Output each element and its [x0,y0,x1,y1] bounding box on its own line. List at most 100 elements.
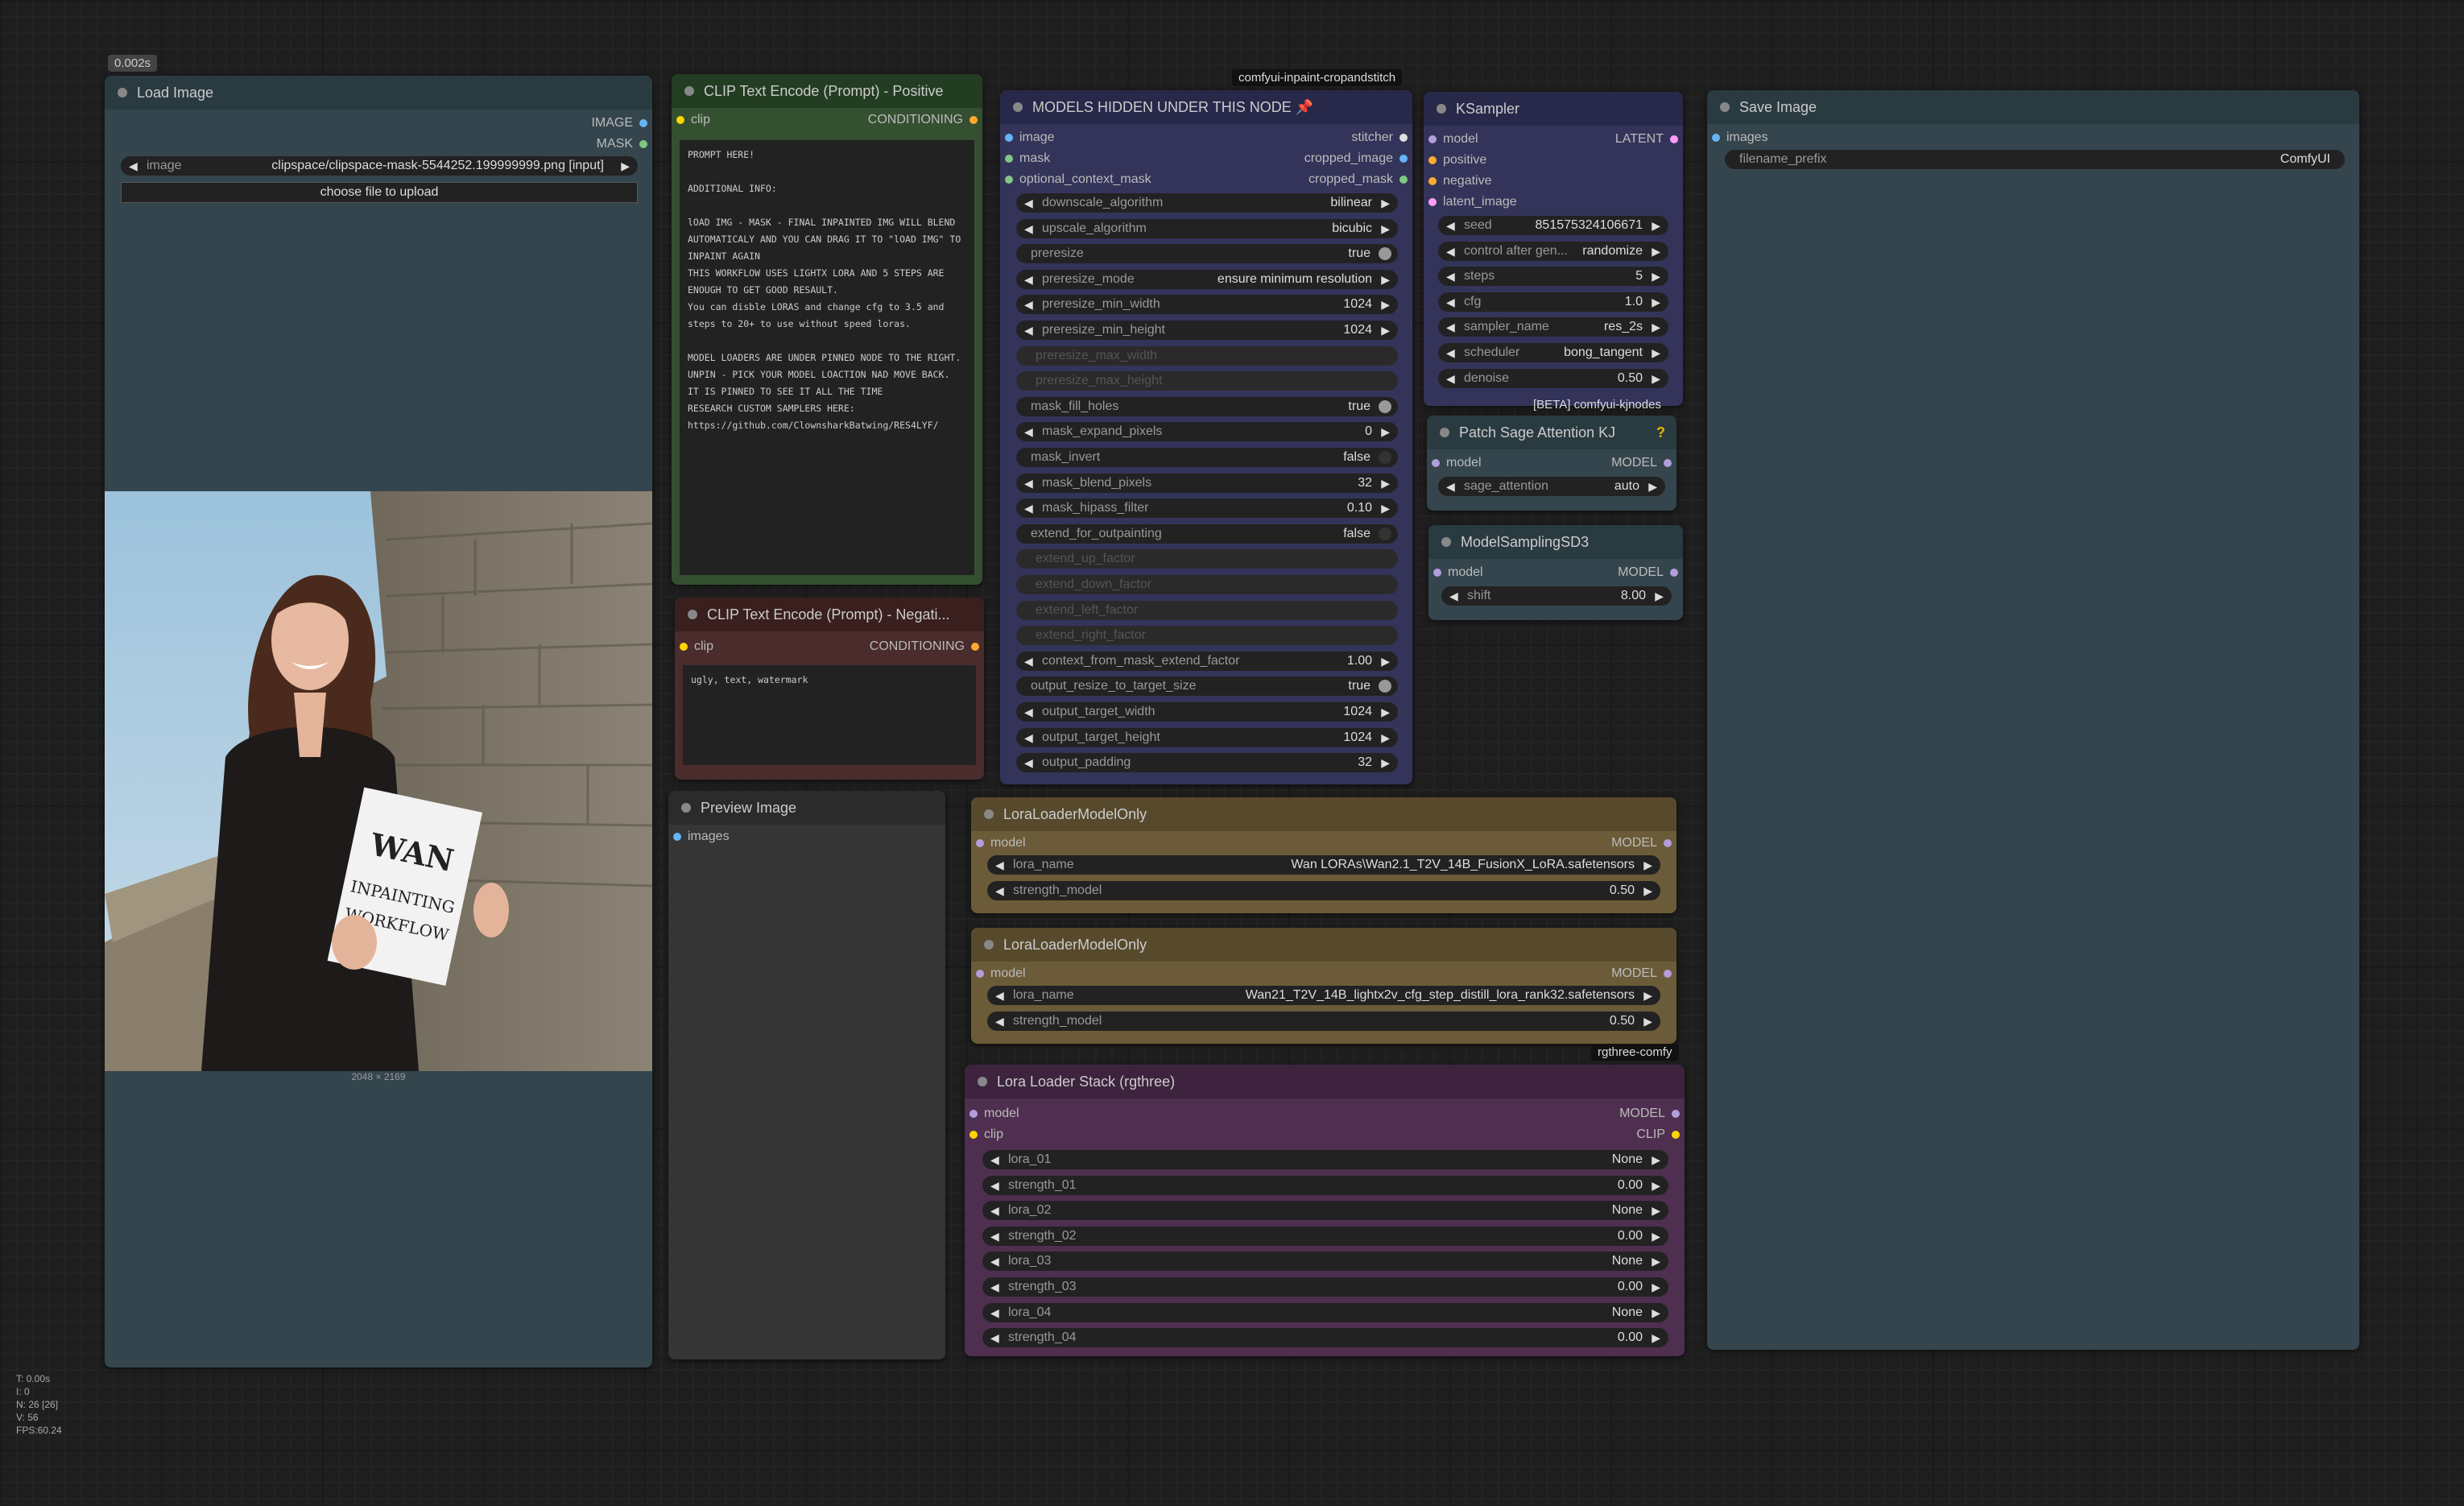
output-model[interactable]: MODEL [1611,833,1676,854]
mask-invert-toggle[interactable]: mask_invert false [1016,448,1398,467]
lora-name-combo[interactable]: ◀ lora_name Wan21_T2V_14B_lightx2v_cfg_ste… [987,986,1660,1005]
arrow-right-icon[interactable]: ▶ [1652,1176,1660,1195]
output-latent[interactable]: LATENT [1615,129,1683,150]
denoise-widget[interactable]: ◀ denoise 0.50 ▶ [1438,368,1668,388]
arrow-right-icon[interactable]: ▶ [621,156,630,176]
output-cropped-image[interactable]: cropped_image [1304,148,1412,169]
arrow-right-icon[interactable]: ▶ [1648,477,1657,496]
model-pin[interactable] [1428,135,1437,143]
arrow-right-icon[interactable]: ▶ [1652,1277,1660,1297]
strength-04-widget[interactable]: ◀ strength_04 0.00 ▶ [982,1328,1668,1348]
inpaint-crop-title[interactable]: MODELS HIDDEN UNDER THIS NODE 📌 [1000,90,1412,124]
ksampler-title[interactable]: KSampler [1424,92,1683,126]
model-input-pin[interactable] [976,839,984,847]
latent-image-pin[interactable] [1428,198,1437,206]
model-output-pin[interactable] [1664,459,1672,467]
arrow-right-icon[interactable]: ▶ [1381,728,1390,747]
input-latent-image[interactable]: latent_image [1424,192,1517,213]
mask-pin[interactable] [1005,155,1013,163]
pushpin-icon[interactable]: 📌 [1296,99,1313,115]
arrow-left-icon[interactable]: ◀ [1024,270,1033,289]
save-image-title[interactable]: Save Image [1707,90,2359,124]
collapse-dot-icon[interactable] [1441,537,1451,547]
arrow-left-icon[interactable]: ◀ [1024,652,1033,671]
arrow-left-icon[interactable]: ◀ [1449,586,1458,606]
lora-2-title[interactable]: LoraLoaderModelOnly [971,928,1676,962]
input-model[interactable]: model [965,1103,1019,1124]
lora-04-widget[interactable]: ◀ lora_04 None ▶ [982,1302,1668,1322]
sampler-name-widget[interactable]: ◀ sampler_name res_2s ▶ [1438,317,1668,337]
stitcher-pin[interactable] [1399,134,1408,142]
arrow-left-icon[interactable]: ◀ [1446,477,1455,496]
strength-02-widget[interactable]: ◀ strength_02 0.00 ▶ [982,1226,1668,1246]
arrow-right-icon[interactable]: ▶ [1652,1201,1660,1220]
strength-model-number[interactable]: ◀ strength_model 0.50 ▶ [987,881,1660,900]
inpaint-crop-node[interactable]: MODELS HIDDEN UNDER THIS NODE 📌 image mas… [1000,90,1412,784]
lora-01-widget[interactable]: ◀ lora_01 None ▶ [982,1150,1668,1169]
lora-1-title[interactable]: LoraLoaderModelOnly [971,797,1676,831]
arrow-left-icon[interactable]: ◀ [990,1227,999,1246]
preview-image-title[interactable]: Preview Image [668,791,945,825]
extend-for-outpainting-toggle[interactable]: extend_for_outpainting false [1016,523,1398,544]
arrow-right-icon[interactable]: ▶ [1652,1328,1660,1347]
arrow-right-icon[interactable]: ▶ [1643,1012,1652,1031]
arrow-left-icon[interactable]: ◀ [995,986,1004,1005]
images-input-pin[interactable] [1712,134,1720,142]
arrow-right-icon[interactable]: ▶ [1652,343,1660,362]
lora-02-widget[interactable]: ◀ lora_02 None ▶ [982,1201,1668,1221]
collapse-dot-icon[interactable] [984,809,994,819]
seed-widget[interactable]: ◀ seed 851575324106671 ▶ [1438,216,1668,235]
lora-03-widget[interactable]: ◀ lora_03 None ▶ [982,1252,1668,1272]
save-image-node[interactable]: Save Image images filename_prefix ComfyUI [1707,90,2359,1350]
arrow-left-icon[interactable]: ◀ [990,1201,999,1220]
arrow-left-icon[interactable]: ◀ [995,881,1004,900]
scheduler-widget[interactable]: ◀ scheduler bong_tangent ▶ [1438,343,1668,362]
model-input-pin[interactable] [969,1110,978,1118]
collapse-dot-icon[interactable] [978,1077,987,1086]
model-input-pin[interactable] [976,970,984,978]
clip-negative-node[interactable]: CLIP Text Encode (Prompt) - Negati... cl… [675,598,984,780]
arrow-left-icon[interactable]: ◀ [1446,343,1455,362]
filename-prefix-field[interactable]: filename_prefix ComfyUI [1725,150,2345,169]
arrow-left-icon[interactable]: ◀ [1024,728,1033,747]
output-target-width-widget[interactable]: ◀ output_target_width 1024 ▶ [1016,702,1398,722]
collapse-dot-icon[interactable] [1720,102,1730,112]
clip-positive-title[interactable]: CLIP Text Encode (Prompt) - Positive [672,74,982,108]
image-combo[interactable]: ◀ image clipspace/clipspace-mask-5544252… [121,156,638,176]
arrow-right-icon[interactable]: ▶ [1652,317,1660,337]
output-model[interactable]: MODEL [1611,963,1676,984]
input-optional-context-mask[interactable]: optional_context_mask [1000,169,1151,190]
downscale-algorithm-combo[interactable]: ◀ downscale_algorithm bilinear ▶ [1016,193,1398,213]
arrow-right-icon[interactable]: ▶ [1381,702,1390,722]
output-model[interactable]: MODEL [1618,562,1683,583]
arrow-left-icon[interactable]: ◀ [1024,321,1033,340]
lora-loader-stack-node[interactable]: Lora Loader Stack (rgthree) model MODEL … [965,1065,1685,1356]
collapse-dot-icon[interactable] [118,88,127,97]
toggle-knob-icon[interactable] [1379,247,1391,261]
model-sampling-sd3-node[interactable]: ModelSamplingSD3 model MODEL ◀ shift 8.00 ▶ [1428,525,1683,620]
arrow-left-icon[interactable]: ◀ [990,1252,999,1271]
sage-attention-combo[interactable]: ◀ sage_attention auto ▶ [1438,477,1665,496]
input-image[interactable]: image [1000,127,1055,148]
arrow-right-icon[interactable]: ▶ [1381,422,1390,441]
arrow-left-icon[interactable]: ◀ [1024,422,1033,441]
arrow-left-icon[interactable]: ◀ [1446,369,1455,388]
negative-pin[interactable] [1428,177,1437,185]
output-resize-to-target-size-toggle[interactable]: output_resize_to_target_size true [1016,676,1398,697]
positive-pin[interactable] [1428,156,1437,164]
preresize-toggle[interactable]: preresize true [1016,244,1398,264]
output-model[interactable]: MODEL [1619,1103,1685,1124]
cropped-mask-pin[interactable] [1399,176,1408,184]
arrow-right-icon[interactable]: ▶ [1652,1150,1660,1169]
toggle-knob-icon[interactable] [1379,451,1391,464]
input-clip[interactable]: clip [965,1124,1003,1145]
images-input-pin[interactable] [673,833,681,841]
output-cropped-mask[interactable]: cropped_mask [1308,169,1412,190]
latent-output-pin[interactable] [1670,135,1678,143]
arrow-right-icon[interactable]: ▶ [1652,267,1660,286]
arrow-left-icon[interactable]: ◀ [1446,292,1455,312]
arrow-right-icon[interactable]: ▶ [1652,1303,1660,1322]
input-model[interactable]: model [1427,453,1482,474]
clip-output-pin[interactable] [1672,1131,1680,1139]
collapse-dot-icon[interactable] [684,86,694,96]
